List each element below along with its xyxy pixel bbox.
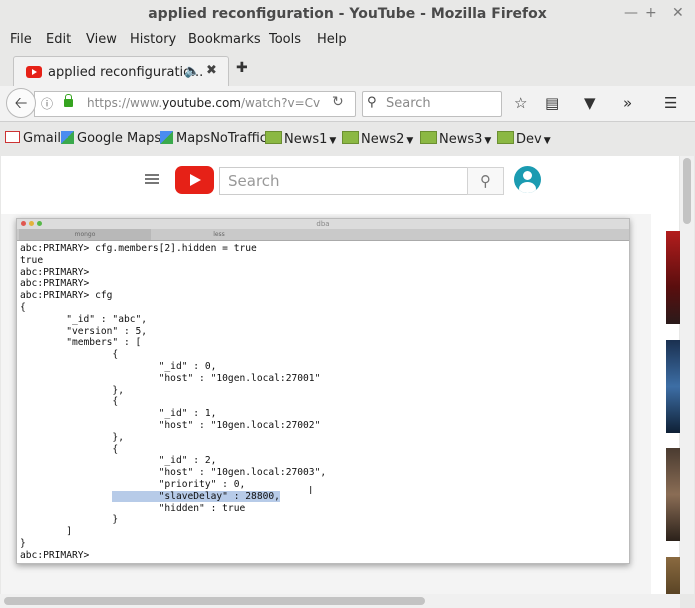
search-placeholder: Search <box>386 96 431 111</box>
tab-label: applied reconfiguratio... <box>48 65 204 80</box>
terminal-window: dba mongo less abc:PRIMARY> cfg.members[… <box>16 218 630 564</box>
bookmark-folder-news3[interactable]: News3 ▼ <box>420 131 491 147</box>
bookmark-folder-dev[interactable]: Dev ▼ <box>497 131 551 147</box>
window-titlebar: applied reconfiguration - YouTube - Mozi… <box>0 0 695 28</box>
terminal-close-dot <box>21 221 26 226</box>
search-input[interactable]: ⚲ Search <box>362 91 502 117</box>
menu-file[interactable]: File <box>10 32 32 47</box>
caret-down-icon: ▼ <box>329 136 337 146</box>
terminal-output: abc:PRIMARY> cfg.members[2].hidden = tru… <box>20 243 326 562</box>
back-arrow-icon: 🡠 <box>14 93 28 112</box>
folder-icon <box>420 131 437 144</box>
caret-down-icon: ▼ <box>406 136 414 146</box>
terminal-highlight-indent <box>20 491 112 502</box>
youtube-search-button[interactable]: ⚲ <box>467 167 504 195</box>
navigation-toolbar: ⓘ https://www.youtube.com/watch?v=Cv ↻ 🡠… <box>0 86 695 122</box>
caret-down-icon: ▼ <box>543 136 551 146</box>
terminal-text-after: "hidden" : true } ] } abc:PRIMARY> <box>20 502 246 561</box>
bookmark-google-maps[interactable]: Google Maps <box>61 131 161 146</box>
speaker-icon[interactable]: 🔈 <box>184 64 200 79</box>
youtube-logo[interactable] <box>175 166 214 194</box>
related-video-thumbnail[interactable] <box>666 448 680 541</box>
avatar[interactable] <box>514 166 541 193</box>
folder-icon <box>265 131 282 144</box>
related-video-thumbnail[interactable] <box>666 340 680 433</box>
url-bar[interactable]: ⓘ https://www.youtube.com/watch?v=Cv ↻ <box>34 91 356 117</box>
youtube-search-placeholder: Search <box>228 172 280 190</box>
new-tab-button[interactable]: ✚ <box>236 60 248 76</box>
menu-tools[interactable]: Tools <box>269 32 301 47</box>
menu-help[interactable]: Help <box>317 32 347 47</box>
terminal-tabs: mongo less <box>17 229 629 241</box>
youtube-search-input[interactable]: Search <box>219 167 468 195</box>
video-player[interactable]: dba mongo less abc:PRIMARY> cfg.members[… <box>1 214 651 594</box>
bookmark-folder-news2[interactable]: News2 ▼ <box>342 131 413 147</box>
maps-icon <box>160 131 173 144</box>
folder-icon <box>342 131 359 144</box>
bookmark-mapsnotraffic[interactable]: MapsNoTraffic <box>160 131 267 146</box>
terminal-selection: "slaveDelay" : 28800, <box>112 490 280 502</box>
browser-tab[interactable]: applied reconfiguratio... 🔈 ✖ <box>13 56 229 88</box>
search-icon: ⚲ <box>367 95 377 110</box>
bookmark-folder-news1[interactable]: News1 ▼ <box>265 131 336 147</box>
vertical-scrollbar[interactable] <box>680 156 694 594</box>
caret-down-icon: ▼ <box>484 136 492 146</box>
terminal-zoom-dot <box>37 221 42 226</box>
gmail-icon <box>5 131 20 143</box>
minimize-icon[interactable]: — <box>624 5 638 21</box>
vertical-scroll-thumb[interactable] <box>683 158 691 224</box>
youtube-menu-icon[interactable] <box>145 174 159 176</box>
bookmark-gmail[interactable]: Gmail <box>5 131 61 146</box>
youtube-favicon-icon <box>26 66 42 78</box>
tab-bar: applied reconfiguratio... 🔈 ✖ ✚ <box>0 52 695 88</box>
close-tab-icon[interactable]: ✖ <box>206 63 217 78</box>
back-button[interactable]: 🡠 <box>6 88 36 118</box>
bookmarks-toolbar: Gmail Google Maps MapsNoTraffic News1 ▼ N… <box>0 122 695 155</box>
horizontal-scroll-thumb[interactable] <box>4 597 425 605</box>
window-title: applied reconfiguration - YouTube - Mozi… <box>148 6 547 22</box>
bookmark-star-icon[interactable]: ☆ <box>514 94 527 112</box>
youtube-header: Search ⚲ <box>1 156 679 206</box>
page-content: Search ⚲ dba mongo less abc:PRIMARY> cfg… <box>1 156 680 594</box>
terminal-tab-less: less <box>213 231 225 238</box>
reload-icon[interactable]: ↻ <box>332 94 344 110</box>
close-window-icon[interactable]: ✕ <box>672 5 684 21</box>
search-icon: ⚲ <box>480 172 491 190</box>
related-video-thumbnail[interactable] <box>666 557 680 594</box>
reading-list-icon[interactable]: ▤ <box>545 94 559 112</box>
maps-icon <box>61 131 74 144</box>
url-text[interactable]: https://www.youtube.com/watch?v=Cv <box>87 96 320 110</box>
overflow-chevron-icon[interactable]: » <box>623 94 632 112</box>
terminal-text-before: abc:PRIMARY> cfg.members[2].hidden = tru… <box>20 243 327 490</box>
menu-bar: File Edit View History Bookmarks Tools H… <box>0 28 695 52</box>
terminal-tab-mongo: mongo <box>19 229 151 240</box>
menu-bookmarks[interactable]: Bookmarks <box>188 32 261 47</box>
folder-icon <box>497 131 514 144</box>
pocket-icon[interactable]: ▼ <box>584 94 596 112</box>
lock-icon[interactable] <box>64 94 73 107</box>
maximize-icon[interactable]: + <box>645 5 657 21</box>
menu-view[interactable]: View <box>86 32 117 47</box>
text-cursor-icon: I <box>309 484 313 497</box>
menu-history[interactable]: History <box>130 32 176 47</box>
horizontal-scrollbar[interactable] <box>0 594 680 608</box>
related-videos-sidebar <box>651 214 680 594</box>
terminal-title: dba <box>17 219 629 229</box>
terminal-minimize-dot <box>29 221 34 226</box>
related-video-thumbnail[interactable] <box>666 231 680 324</box>
hamburger-menu-icon[interactable]: ☰ <box>664 94 677 112</box>
info-icon[interactable]: ⓘ <box>41 95 53 112</box>
menu-edit[interactable]: Edit <box>46 32 71 47</box>
